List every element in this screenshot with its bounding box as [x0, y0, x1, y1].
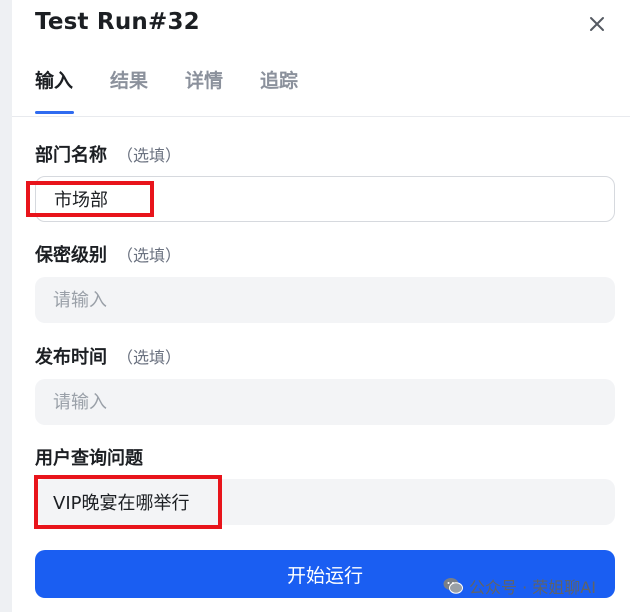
wechat-icon — [443, 578, 463, 594]
test-run-dialog: Test Run#32 输入 结果 详情 追踪 部门名称 （选填） 保密级别 （选填… — [12, 0, 630, 612]
optional-hint: （选填） — [117, 246, 182, 265]
tab-result[interactable]: 结果 — [110, 66, 148, 93]
field-label-department-text: 部门名称 — [35, 145, 107, 166]
field-label-user-query-text: 用户查询问题 — [35, 448, 143, 469]
security-level-input[interactable] — [35, 277, 615, 323]
user-query-input[interactable] — [35, 479, 615, 525]
tab-details[interactable]: 详情 — [185, 66, 223, 93]
publish-time-input[interactable] — [35, 379, 615, 425]
optional-hint: （选填） — [117, 146, 182, 165]
department-input[interactable] — [35, 176, 615, 222]
dialog-title: Test Run#32 — [35, 9, 200, 35]
tabs-divider — [12, 116, 630, 117]
page: Test Run#32 输入 结果 详情 追踪 部门名称 （选填） 保密级别 （选填… — [0, 0, 630, 612]
tab-bar: 输入 结果 详情 追踪 — [35, 66, 615, 116]
watermark: 公众号 · 荣姐聊AI — [443, 574, 596, 598]
field-label-user-query: 用户查询问题 — [35, 444, 143, 470]
watermark-text: 公众号 · 荣姐聊AI — [469, 578, 596, 597]
close-icon[interactable] — [585, 12, 609, 36]
field-label-security-level: 保密级别 （选填） — [35, 241, 181, 267]
field-label-security-level-text: 保密级别 — [35, 245, 107, 266]
field-label-publish-time-text: 发布时间 — [35, 347, 107, 368]
tab-input[interactable]: 输入 — [35, 66, 73, 93]
optional-hint: （选填） — [117, 348, 182, 367]
field-label-publish-time: 发布时间 （选填） — [35, 343, 181, 369]
tab-trace[interactable]: 追踪 — [260, 66, 298, 93]
active-tab-indicator — [35, 111, 74, 114]
field-label-department: 部门名称 （选填） — [35, 141, 181, 167]
